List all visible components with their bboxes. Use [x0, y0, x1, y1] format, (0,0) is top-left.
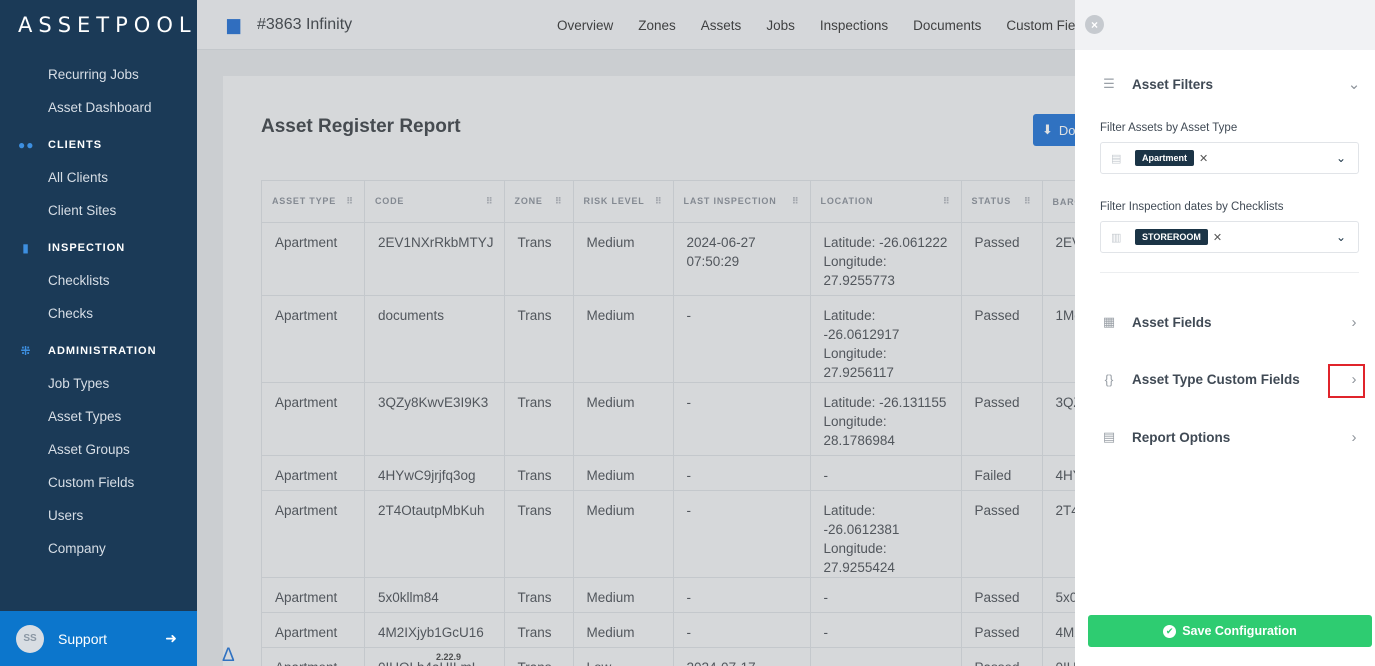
sidebar-item-asset-groups[interactable]: Asset Groups [0, 433, 197, 466]
chevron-down-icon[interactable]: ⌄ [1336, 230, 1346, 244]
asset-filters-header[interactable]: ☰ Asset Filters ⌄ [1100, 72, 1364, 96]
sidebar-section-label: ADMINISTRATION [48, 344, 157, 357]
sidebar-section-inspection: ▮ INSPECTION [0, 231, 197, 264]
remove-chip-icon[interactable]: ✕ [1213, 231, 1222, 244]
report-options-row[interactable]: ▤ Report Options › [1100, 425, 1364, 449]
filter-asset-type-label: Filter Assets by Asset Type [1100, 122, 1238, 134]
braces-icon: {} [1104, 371, 1114, 387]
sidebar-section-label: INSPECTION [48, 241, 126, 254]
avatar[interactable]: SS [16, 624, 44, 653]
sidebar-footer: SS Support ➜ [0, 611, 197, 666]
asset-filters-label: Asset Filters [1132, 76, 1214, 92]
sidebar-item-job-types[interactable]: Job Types [0, 367, 197, 400]
close-icon[interactable]: × [1085, 15, 1104, 34]
remove-chip-icon[interactable]: ✕ [1199, 152, 1208, 165]
sidebar-item-recurring-jobs[interactable]: Recurring Jobs [0, 58, 197, 91]
user-name[interactable]: Support [58, 631, 165, 647]
divider [1100, 272, 1359, 273]
clipboard-icon: ▥ [1111, 231, 1122, 244]
chevron-down-icon[interactable]: ⌄ [1344, 75, 1364, 93]
sidebar-item-checks[interactable]: Checks [0, 297, 197, 330]
asset-fields-row[interactable]: ▦ Asset Fields › [1100, 310, 1364, 334]
clients-icon: ●● [18, 137, 35, 152]
sidebar-item-users[interactable]: Users [0, 499, 197, 532]
app-logo[interactable]: ASSETPOOL. [0, 0, 203, 50]
modal-overlay[interactable] [197, 0, 1075, 666]
filter-checklist-label: Filter Inspection dates by Checklists [1100, 201, 1284, 213]
chevron-right-icon[interactable]: › [1344, 429, 1364, 446]
chevron-right-icon[interactable]: › [1344, 314, 1364, 331]
panel-header: × [1075, 0, 1375, 50]
stack-icon: ▤ [1111, 152, 1122, 165]
asset-type-chip: Apartment [1135, 150, 1195, 166]
sidebar-section-label: CLIENTS [48, 138, 103, 151]
sidebar-nav: Recurring Jobs Asset Dashboard ●● CLIENTS Al… [0, 58, 197, 565]
sidebar-item-custom-fields[interactable]: Custom Fields [0, 466, 197, 499]
filter-icon: ☰ [1103, 76, 1115, 91]
sidebar-item-asset-types[interactable]: Asset Types [0, 400, 197, 433]
report-config-panel: × ☰ Asset Filters ⌄ Filter Assets by Ass… [1075, 0, 1375, 666]
chevron-down-icon[interactable]: ⌄ [1336, 151, 1346, 165]
sidebar-item-checklists[interactable]: Checklists [0, 264, 197, 297]
asset-type-select[interactable]: ▤ Apartment ✕ ⌄ [1100, 142, 1359, 174]
asset-type-custom-fields-label: Asset Type Custom Fields [1132, 371, 1300, 387]
sidebar-section-administration: ⁜ ADMINISTRATION [0, 334, 197, 367]
save-configuration-button[interactable]: ✔ Save Configuration [1088, 615, 1372, 647]
grid-icon: ▦ [1102, 314, 1116, 329]
inspection-icon: ▮ [22, 240, 30, 255]
report-options-label: Report Options [1132, 429, 1231, 445]
save-configuration-label: Save Configuration [1182, 624, 1297, 638]
sidebar-section-clients: ●● CLIENTS [0, 128, 197, 161]
administration-icon: ⁜ [20, 343, 32, 358]
asset-fields-label: Asset Fields [1132, 314, 1212, 330]
highlight-box [1328, 364, 1365, 398]
sidebar: ASSETPOOL. Recurring Jobs Asset Dashboard… [0, 0, 203, 666]
checklist-select[interactable]: ▥ STOREROOM ✕ ⌄ [1100, 221, 1359, 253]
checklist-chip: STOREROOM [1135, 229, 1208, 245]
asset-type-custom-fields-row[interactable]: {} Asset Type Custom Fields › [1100, 367, 1364, 391]
document-icon: ▤ [1102, 429, 1116, 444]
sidebar-item-client-sites[interactable]: Client Sites [0, 194, 197, 227]
logout-icon[interactable]: ➜ [165, 630, 177, 647]
sidebar-item-asset-dashboard[interactable]: Asset Dashboard [0, 91, 197, 124]
sidebar-item-all-clients[interactable]: All Clients [0, 161, 197, 194]
sidebar-item-company[interactable]: Company [0, 532, 197, 565]
check-circle-icon: ✔ [1163, 624, 1177, 638]
